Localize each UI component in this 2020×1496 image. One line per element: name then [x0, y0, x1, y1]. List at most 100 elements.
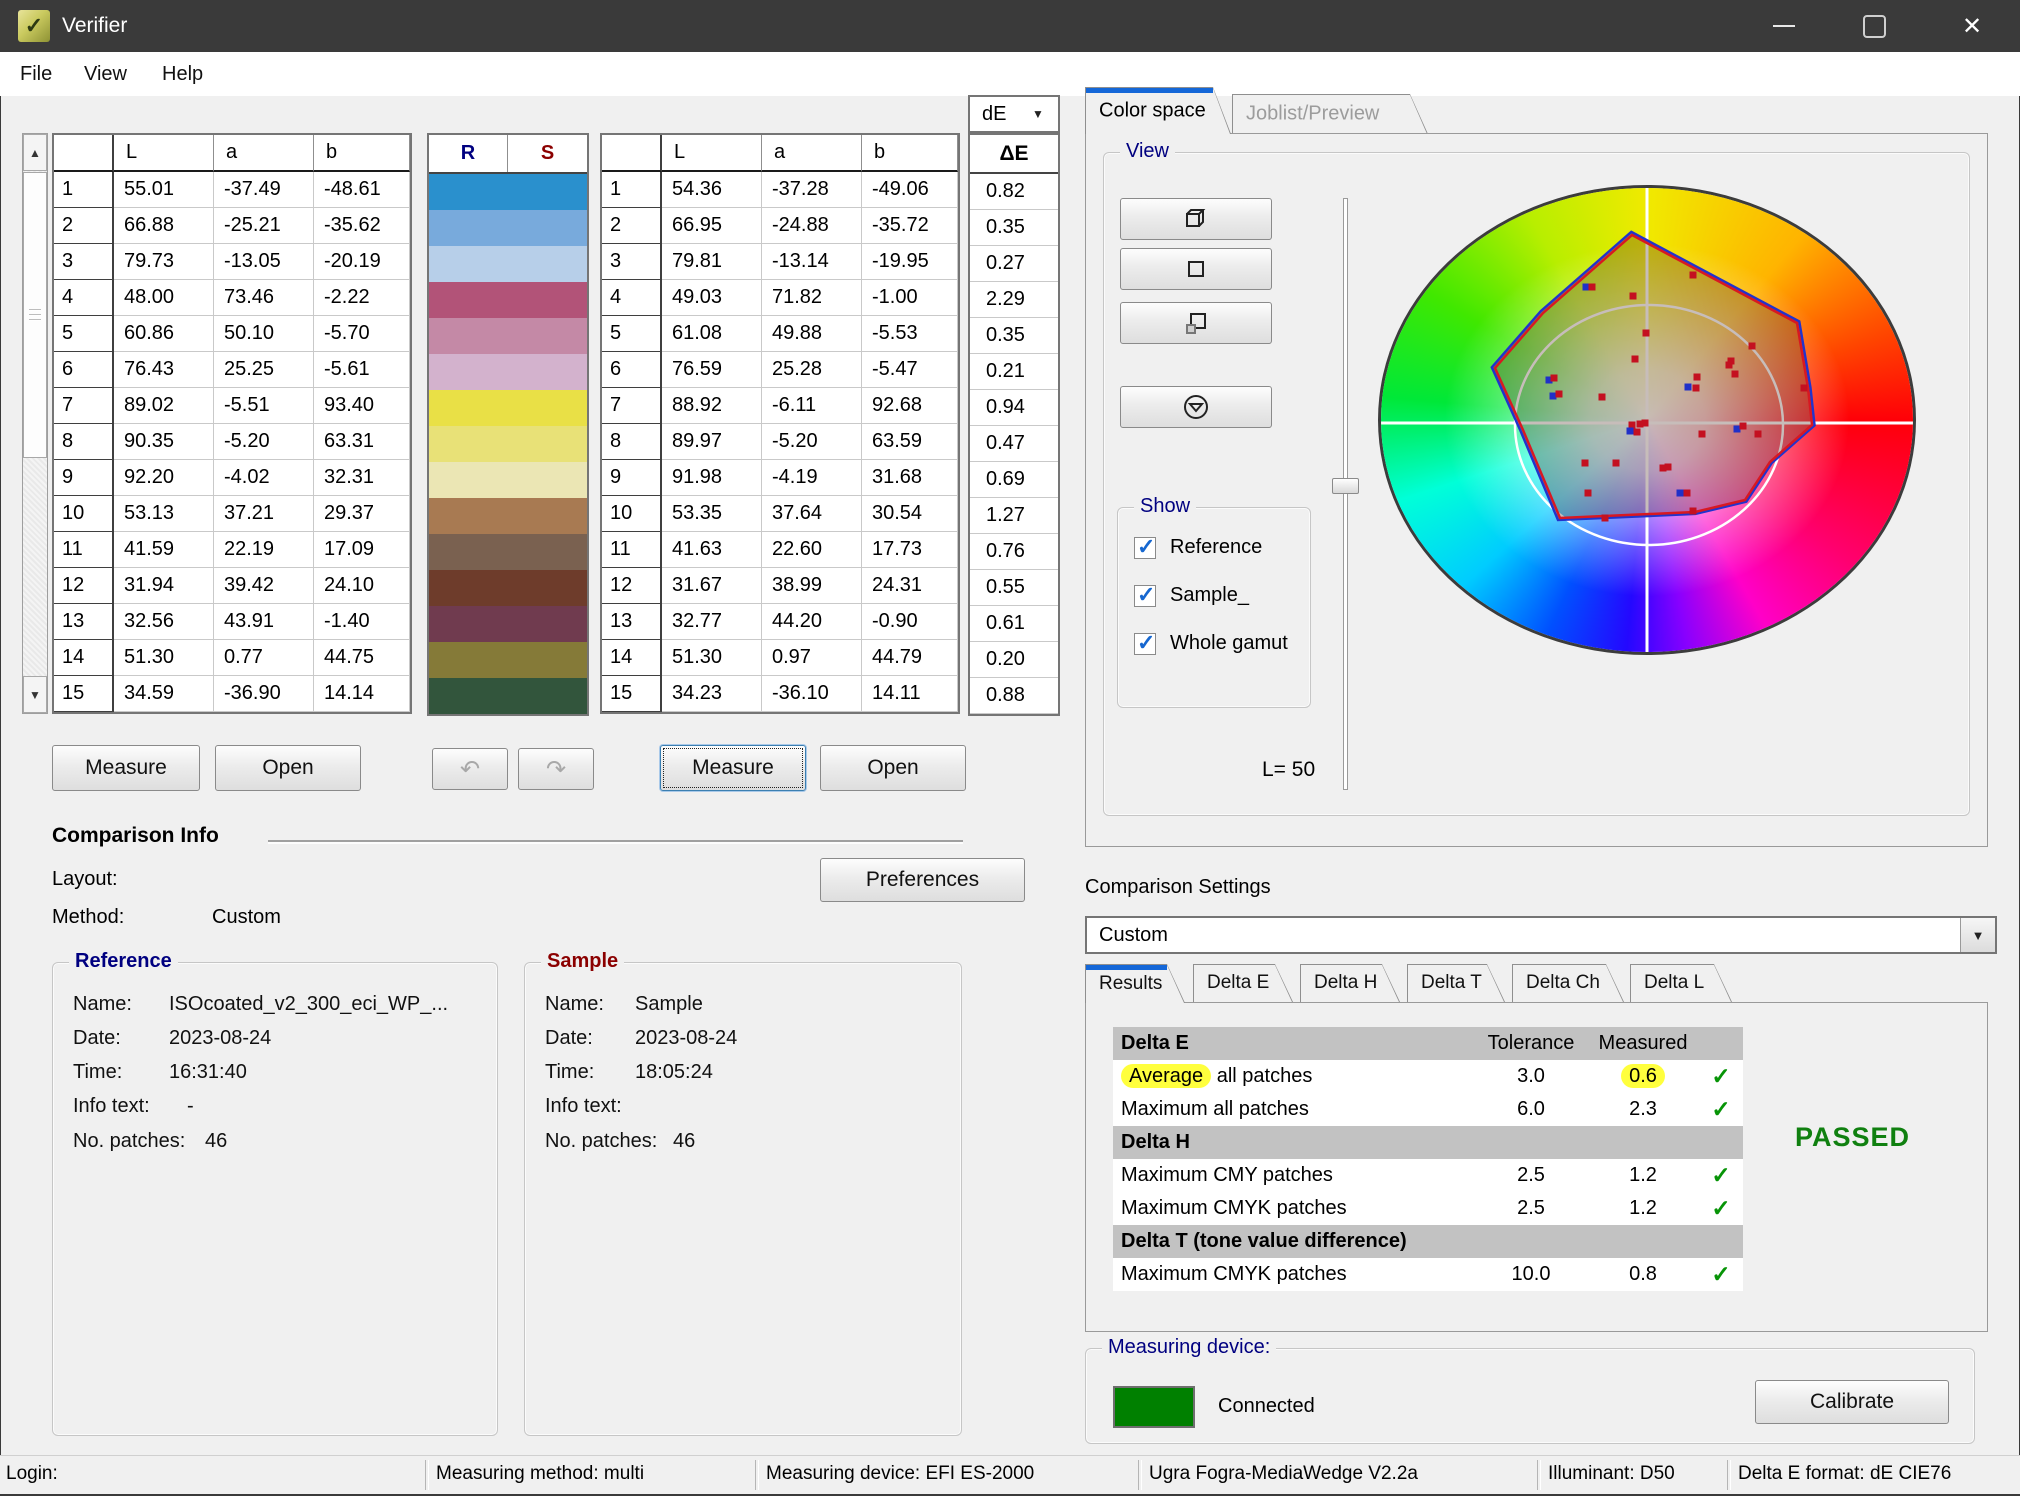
view-reset-button[interactable] [1120, 386, 1272, 428]
redo-button[interactable]: ↷ [518, 748, 594, 790]
patch-list-scrollbar[interactable]: ▲ ▼ [22, 133, 48, 714]
comparison-settings-combobox[interactable]: Custom ▼ [1085, 916, 1997, 954]
table-row[interactable]: 1053.3537.6430.54 [602, 496, 958, 532]
table-row[interactable]: 889.97-5.2063.59 [602, 424, 958, 460]
table-row[interactable]: 448.0073.46-2.22 [54, 280, 410, 316]
patch-color-strip: R S [427, 133, 589, 716]
pass-check-icon: ✓ [1699, 1261, 1743, 1288]
table-row[interactable]: 1231.6738.9924.31 [602, 568, 958, 604]
menu-view[interactable]: View [84, 52, 127, 96]
checkbox[interactable]: ✓ [1134, 585, 1156, 607]
open-reference-button[interactable]: Open [215, 745, 361, 791]
tab-joblist-preview[interactable]: Joblist/Preview [1232, 94, 1428, 134]
strip-header-reference: R [429, 135, 508, 172]
lightness-slider-thumb[interactable] [1332, 478, 1359, 494]
table-row[interactable]: 991.98-4.1931.68 [602, 460, 958, 496]
color-patch-row [429, 462, 587, 498]
view-3d-button[interactable] [1120, 198, 1272, 240]
tab-results[interactable]: Results [1085, 964, 1185, 1003]
measure-sample-button[interactable]: Measure [660, 745, 806, 791]
table-row[interactable]: 154.36-37.28-49.06 [602, 172, 958, 208]
table-row[interactable]: 1332.7744.20-0.90 [602, 604, 958, 640]
table-row[interactable]: 560.8650.10-5.70 [54, 316, 410, 352]
tab-color-space[interactable]: Color space [1085, 87, 1231, 134]
minimize-button[interactable] [1749, 0, 1819, 52]
table-row[interactable]: 789.02-5.5193.40 [54, 388, 410, 424]
delta-e-column-header: ΔE [970, 135, 1058, 174]
value-b: -49.06 [862, 172, 958, 208]
value-L: 89.02 [114, 388, 214, 424]
sample-measurement-dot [1642, 420, 1649, 427]
value-a: -4.19 [762, 460, 862, 496]
table-row[interactable]: 379.81-13.14-19.95 [602, 244, 958, 280]
tab-delta-t[interactable]: Delta T [1407, 964, 1505, 1002]
open-sample-button[interactable]: Open [820, 745, 966, 791]
value-L: 34.59 [114, 676, 214, 712]
tab-label: Delta T [1421, 972, 1482, 994]
view-2d-button[interactable] [1120, 248, 1272, 290]
pass-check-icon: ✓ [1699, 1096, 1743, 1123]
color-patch-row [429, 642, 587, 678]
calibrate-button[interactable]: Calibrate [1755, 1380, 1949, 1424]
value-a: -5.20 [214, 424, 314, 460]
table-row[interactable]: 1451.300.7744.75 [54, 640, 410, 676]
table-row[interactable]: 1141.5922.1917.09 [54, 532, 410, 568]
table-row[interactable]: 1534.23-36.1014.11 [602, 676, 958, 712]
tab-delta-e[interactable]: Delta E [1193, 964, 1293, 1002]
value-b: 17.09 [314, 532, 410, 568]
color-patch-row [429, 282, 587, 318]
value-b: -48.61 [314, 172, 410, 208]
checkbox[interactable]: ✓ [1134, 633, 1156, 655]
close-button[interactable]: ✕ [1928, 0, 2016, 52]
show-checkbox-sample-[interactable]: ✓Sample_ [1134, 584, 1249, 607]
table-row[interactable]: 676.5925.28-5.47 [602, 352, 958, 388]
table-row[interactable]: 1332.5643.91-1.40 [54, 604, 410, 640]
reference-patch-count: 46 [205, 1130, 227, 1153]
table-row[interactable]: 266.88-25.21-35.62 [54, 208, 410, 244]
menu-help[interactable]: Help [162, 52, 203, 96]
table-row[interactable]: 266.95-24.88-35.72 [602, 208, 958, 244]
table-row[interactable]: 890.35-5.2063.31 [54, 424, 410, 460]
delta-e-format-combobox[interactable]: dE ▼ [968, 95, 1060, 133]
table-row[interactable]: 1053.1337.2129.37 [54, 496, 410, 532]
view-zoom-button[interactable] [1120, 302, 1272, 344]
table-row[interactable]: 1231.9439.4224.10 [54, 568, 410, 604]
sample-measurement-dot [1634, 429, 1641, 436]
show-checkbox-reference[interactable]: ✓Reference [1134, 536, 1262, 559]
tab-delta-h[interactable]: Delta H [1300, 964, 1400, 1002]
square-2d-icon [1181, 254, 1211, 284]
value-a: 25.25 [214, 352, 314, 388]
lightness-slider-track[interactable] [1343, 198, 1348, 790]
tab-delta-ch[interactable]: Delta Ch [1512, 964, 1624, 1002]
table-row[interactable]: 155.01-37.49-48.61 [54, 172, 410, 208]
results-row: Maximum CMYK patches10.00.8✓ [1113, 1258, 1743, 1291]
table-row[interactable]: 1451.300.9744.79 [602, 640, 958, 676]
undo-button[interactable]: ↶ [432, 748, 508, 790]
table-row[interactable]: 1141.6322.6017.73 [602, 532, 958, 568]
sample-date: 2023-08-24 [635, 1027, 737, 1050]
scroll-down-button[interactable]: ▼ [23, 676, 47, 713]
table-row[interactable]: 1534.59-36.9014.14 [54, 676, 410, 712]
tab-delta-l[interactable]: Delta L [1630, 964, 1732, 1002]
menu-file[interactable]: File [20, 52, 52, 96]
app-icon: ✓ [18, 10, 50, 42]
table-row[interactable]: 992.20-4.0232.31 [54, 460, 410, 496]
show-checkbox-whole-gamut[interactable]: ✓Whole gamut [1134, 632, 1288, 655]
scroll-up-button[interactable]: ▲ [23, 134, 47, 171]
table-row[interactable]: 449.0371.82-1.00 [602, 280, 958, 316]
sample-time: 18:05:24 [635, 1061, 713, 1084]
maximize-button[interactable] [1839, 0, 1909, 52]
table-row[interactable]: 788.92-6.1192.68 [602, 388, 958, 424]
window-title: Verifier [62, 0, 127, 52]
measure-reference-button[interactable]: Measure [52, 745, 200, 791]
scrollbar-thumb[interactable] [23, 172, 47, 458]
status-section: Measuring device: EFI ES-2000 [766, 1463, 1034, 1485]
results-row: Maximum CMYK patches2.51.2✓ [1113, 1192, 1743, 1225]
checkbox[interactable]: ✓ [1134, 537, 1156, 559]
sample-patch-count: 46 [673, 1130, 695, 1153]
table-row[interactable]: 561.0849.88-5.53 [602, 316, 958, 352]
preferences-button[interactable]: Preferences [820, 858, 1025, 902]
table-row[interactable]: 676.4325.25-5.61 [54, 352, 410, 388]
lightness-value-label: L= 50 [1262, 758, 1315, 782]
table-row[interactable]: 379.73-13.05-20.19 [54, 244, 410, 280]
